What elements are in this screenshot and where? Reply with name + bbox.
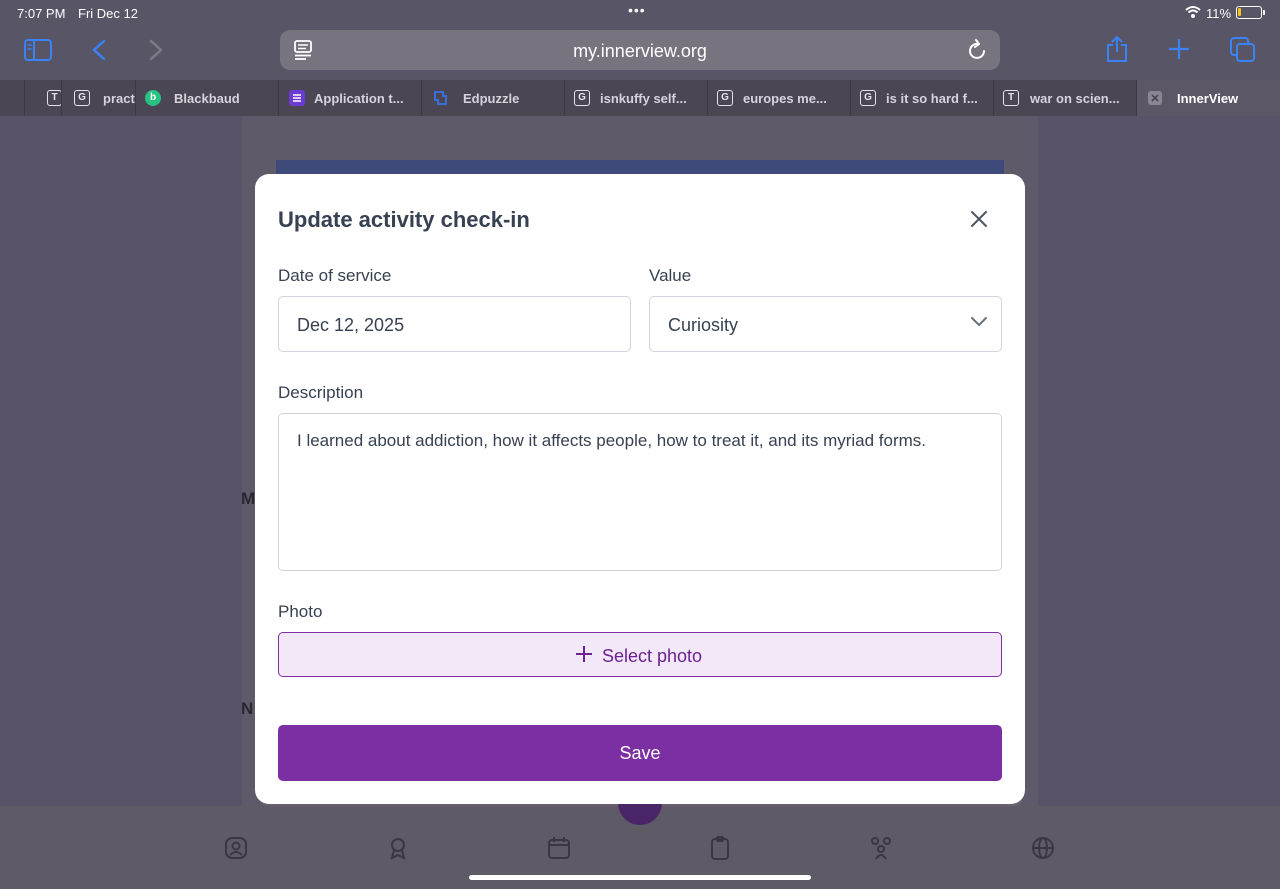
battery-percent: 11% [1206,6,1232,21]
g-icon: G [717,90,733,106]
multitasking-dots-icon[interactable]: ••• [628,2,646,18]
url-text: my.innerview.org [573,41,707,61]
g-icon: G [860,90,876,106]
back-icon[interactable] [91,39,107,61]
share-icon[interactable] [1106,35,1128,63]
tab-2[interactable]: b Blackbaud [135,80,278,116]
tab-3[interactable]: Application t... [278,80,421,116]
tab-active-innerview[interactable]: InnerView [1136,80,1280,116]
home-indicator[interactable] [469,875,811,880]
tab-7[interactable]: G is it so hard f... [850,80,993,116]
plus-icon [576,646,592,662]
date-field[interactable]: Dec 12, 2025 [278,296,631,352]
reload-icon[interactable] [968,39,988,61]
community-icon[interactable] [869,836,893,860]
chevron-down-icon [971,317,987,326]
background-banner [276,160,1004,174]
tab-5[interactable]: G isnkuffy self... [564,80,707,116]
save-button[interactable]: Save [278,725,1002,781]
form-list-icon [289,90,305,106]
select-photo-button[interactable]: Select photo [278,632,1002,677]
modal-title: Update activity check-in [278,207,530,232]
calendar-icon[interactable] [547,836,571,860]
tab-0[interactable]: T [24,80,61,116]
forward-icon[interactable] [148,39,164,61]
new-tab-icon[interactable] [1168,38,1190,60]
status-bar: 7:07 PM Fri Dec 12 ••• 11% [0,0,1280,26]
background-heading: N [241,699,254,718]
t-icon: T [47,90,61,106]
value-label: Value [649,266,692,285]
tab-1[interactable]: G pract [61,80,135,116]
close-icon[interactable] [967,207,991,231]
photo-label: Photo [278,602,323,621]
tab-6[interactable]: G europes me... [707,80,850,116]
clipboard-icon[interactable] [708,836,732,860]
wifi-icon [1185,6,1201,18]
t-icon: T [1003,90,1019,106]
tab-4[interactable]: Edpuzzle [421,80,564,116]
tab-overview-icon[interactable] [1230,37,1256,63]
battery-icon [1236,6,1265,19]
sidebar-icon[interactable] [24,39,52,61]
close-tab-icon[interactable] [1148,91,1162,105]
globe-icon[interactable] [1031,836,1055,860]
status-date: Fri Dec 12 [78,6,138,21]
tab-bar: T G pract b Blackbaud Application t... E… [0,80,1280,116]
blackbaud-icon: b [145,90,161,106]
background-heading: M [241,489,256,508]
g-icon: G [74,90,90,106]
description-label: Description [278,383,364,402]
address-bar[interactable]: my.innerview.org [280,30,1000,70]
date-value: Dec 12, 2025 [297,315,405,335]
g-icon: G [574,90,590,106]
edpuzzle-icon [432,90,448,106]
update-checkin-modal: Update activity check-in Date of service… [255,174,1025,804]
value-select[interactable]: Curiosity [649,296,1002,352]
value-selected: Curiosity [668,315,739,335]
award-icon[interactable] [386,836,410,860]
status-time: 7:07 PM [17,6,66,21]
tab-8[interactable]: T war on scien... [993,80,1136,116]
description-textarea[interactable]: I learned about addiction, how it affect… [278,413,1002,571]
date-label: Date of service [278,266,392,285]
profile-icon[interactable] [224,836,248,860]
select-photo-label: Select photo [602,646,703,666]
browser-toolbar: my.innerview.org [0,26,1280,80]
